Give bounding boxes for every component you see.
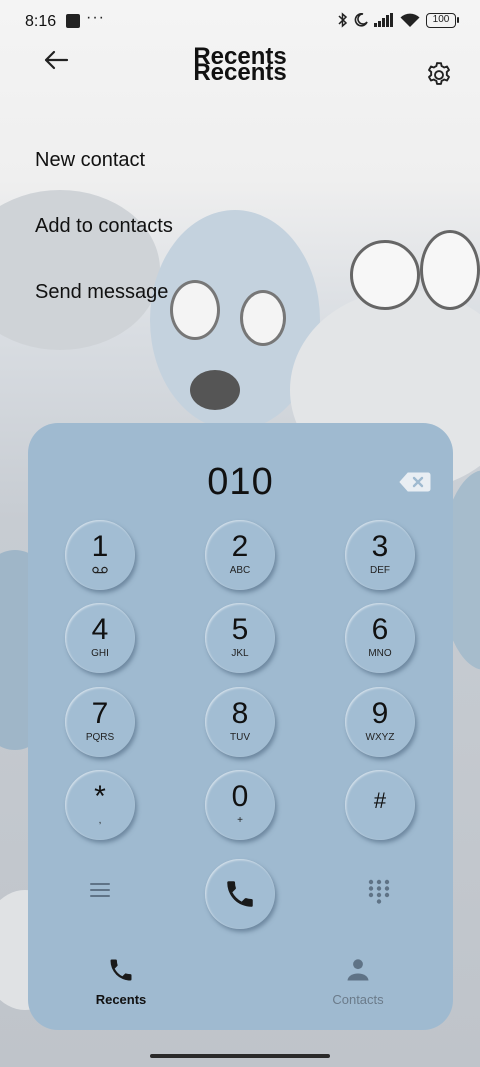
wallpaper-eye [170,280,220,340]
dialer-panel: 010 1 2 ABC 3 DEF 4 GHI 5 JKL 6 MNO 7 PQ… [28,423,453,1030]
key-4[interactable]: 4 GHI [65,603,135,673]
signal-icon [374,13,393,27]
key-8[interactable]: 8 TUV [205,687,275,757]
send-message-item[interactable]: Send message [35,279,173,345]
settings-button[interactable] [424,60,454,90]
gear-icon [428,62,450,85]
key-5[interactable]: 5 JKL [205,603,275,673]
key-digit: 2 [231,530,249,563]
call-button[interactable] [205,859,275,929]
key-letters: + [237,815,243,826]
page-title: Recents Recents [140,45,340,86]
key-digit: 9 [371,697,389,730]
keypad-icon [368,879,390,904]
battery-icon: 100 [426,12,459,28]
page-title-echo: Recents [193,59,287,86]
key-6[interactable]: 6 MNO [345,603,415,673]
phone-icon [110,959,132,981]
bluetooth-icon [338,12,348,28]
wallpaper-mouth [190,370,240,410]
tab-recents[interactable]: Recents [66,956,176,1007]
key-digit: 8 [231,697,249,730]
key-digit: * [94,780,106,813]
key-letters: PQRS [85,732,115,743]
back-arrow-icon [44,50,69,70]
wifi-icon [400,13,420,27]
hamburger-icon [90,883,110,897]
tab-label: Contacts [332,992,384,1007]
tab-label: Recents [95,992,147,1007]
person-icon [347,959,369,981]
moon-icon [354,13,368,27]
home-indicator[interactable] [150,1054,330,1058]
key-digit: # [373,788,387,813]
key-digit: 5 [231,613,249,646]
backspace-icon [399,472,431,492]
wallpaper-eye [350,240,420,310]
more-notifications-icon: ··· [86,9,105,26]
dialer-menu-button[interactable] [88,878,112,902]
key-3[interactable]: 3 DEF [345,520,415,590]
backspace-button[interactable] [399,471,431,493]
add-to-contacts-item[interactable]: Add to contacts [35,213,173,279]
key-0[interactable]: 0 + [205,770,275,840]
key-letters: DEF [370,565,390,576]
key-digit: 4 [91,613,109,646]
back-button[interactable] [36,44,76,76]
key-7[interactable]: 7 PQRS [65,687,135,757]
notification-icon [66,14,80,28]
wallpaper-eye [420,230,480,310]
key-2[interactable]: 2 ABC [205,520,275,590]
tab-contacts[interactable]: Contacts [303,956,413,1007]
key-letters: JKL [231,648,249,659]
key-9[interactable]: 9 WXYZ [345,687,415,757]
key-digit: 6 [371,613,389,646]
key-letters: , [98,815,102,826]
voicemail-icon [92,566,108,574]
header: Recents Recents [0,44,480,104]
key-digit: 3 [371,530,389,563]
key-1[interactable]: 1 [65,520,135,590]
key-star[interactable]: * , [65,770,135,840]
new-contact-item[interactable]: New contact [35,147,173,213]
options-menu: New contact Add to contacts Send message [35,147,173,345]
key-letters: TUV [230,732,250,743]
key-letters: MNO [368,648,392,659]
key-hash[interactable]: # [345,770,415,840]
key-letters: GHI [91,648,109,659]
key-letters: WXYZ [365,732,395,743]
phone-icon [227,881,253,907]
key-digit: 1 [91,530,109,563]
dialed-number: 010 [207,461,274,503]
status-time: 8:16 [25,13,57,30]
key-digit: 7 [91,697,109,730]
key-letters: ABC [229,565,251,576]
status-bar: 8:16 ··· 100 [0,0,480,44]
wallpaper-eye [240,290,286,346]
status-icons: 100 [338,12,459,28]
hide-keypad-button[interactable] [367,879,391,905]
key-digit: 0 [231,780,249,813]
